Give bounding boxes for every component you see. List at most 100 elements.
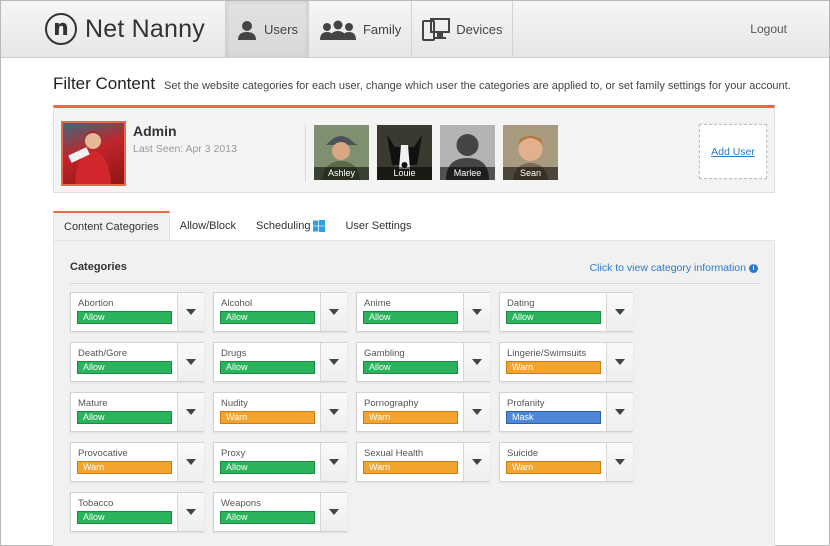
category-dropdown-button[interactable] bbox=[177, 343, 204, 381]
nav-devices-label: Devices bbox=[456, 22, 503, 37]
chevron-down-icon bbox=[615, 409, 625, 415]
category-card-provocative[interactable]: Provocative Warn bbox=[70, 442, 204, 482]
chevron-down-icon bbox=[186, 509, 196, 515]
chevron-down-icon bbox=[186, 309, 196, 315]
category-card-sexual-health[interactable]: Sexual Health Warn bbox=[356, 442, 490, 482]
categories-panel: Categories Click to view category inform… bbox=[53, 240, 775, 546]
section-divider bbox=[70, 283, 760, 284]
category-status: Allow bbox=[220, 361, 315, 374]
category-dropdown-button[interactable] bbox=[463, 293, 490, 331]
category-status: Allow bbox=[77, 361, 172, 374]
category-dropdown-button[interactable] bbox=[177, 493, 204, 531]
category-dropdown-button[interactable] bbox=[320, 343, 347, 381]
category-dropdown-button[interactable] bbox=[320, 293, 347, 331]
category-status: Allow bbox=[220, 311, 315, 324]
category-card-nudity[interactable]: Nudity Warn bbox=[213, 392, 347, 432]
tab-user-settings[interactable]: User Settings bbox=[335, 211, 421, 241]
category-status: Warn bbox=[77, 461, 172, 474]
tab-allow-block[interactable]: Allow/Block bbox=[170, 211, 246, 241]
info-icon: i bbox=[749, 263, 758, 273]
add-user-button[interactable]: Add User bbox=[699, 124, 767, 179]
chevron-down-icon bbox=[615, 459, 625, 465]
category-name: Anime bbox=[364, 298, 391, 309]
category-card-gambling[interactable]: Gambling Allow bbox=[356, 342, 490, 382]
family-member-ashley[interactable]: Ashley bbox=[314, 125, 369, 180]
category-status: Allow bbox=[77, 511, 172, 524]
tab-content-categories[interactable]: Content Categories bbox=[53, 211, 170, 241]
logout-link[interactable]: Logout bbox=[750, 22, 787, 36]
category-dropdown-button[interactable] bbox=[606, 443, 633, 481]
category-card-tobacco[interactable]: Tobacco Allow bbox=[70, 492, 204, 532]
category-name: Suicide bbox=[507, 448, 539, 459]
category-name: Sexual Health bbox=[364, 448, 424, 459]
logo[interactable]: n Net Nanny bbox=[45, 12, 205, 46]
category-status: Allow bbox=[506, 311, 601, 324]
logo-text: Net Nanny bbox=[85, 14, 205, 43]
category-card-abortion[interactable]: Abortion Allow bbox=[70, 292, 204, 332]
nav-users[interactable]: Users bbox=[225, 1, 308, 58]
admin-photo-icon bbox=[68, 131, 111, 184]
member-name-louie: Louie bbox=[377, 167, 432, 180]
category-card-death-gore[interactable]: Death/Gore Allow bbox=[70, 342, 204, 382]
nav-family[interactable]: Family bbox=[307, 1, 411, 58]
category-dropdown-button[interactable] bbox=[463, 343, 490, 381]
family-member-marlee[interactable]: Marlee bbox=[440, 125, 495, 180]
category-name: Weapons bbox=[221, 498, 261, 509]
category-status: Allow bbox=[363, 361, 458, 374]
main-nav: Users Family Devices bbox=[225, 1, 514, 58]
top-bar: n Net Nanny Users Family Devices Logout bbox=[1, 1, 829, 58]
family-member-sean[interactable]: Sean bbox=[503, 125, 558, 180]
tab-label: User Settings bbox=[345, 220, 412, 232]
category-info-link[interactable]: Click to view category information i bbox=[590, 262, 758, 274]
category-dropdown-button[interactable] bbox=[606, 343, 633, 381]
chevron-down-icon bbox=[329, 409, 339, 415]
category-card-weapons[interactable]: Weapons Allow bbox=[213, 492, 347, 532]
category-dropdown-button[interactable] bbox=[463, 393, 490, 431]
category-dropdown-button[interactable] bbox=[320, 393, 347, 431]
chevron-down-icon bbox=[615, 359, 625, 365]
category-dropdown-button[interactable] bbox=[463, 443, 490, 481]
nav-users-label: Users bbox=[264, 22, 298, 37]
category-card-proxy[interactable]: Proxy Allow bbox=[213, 442, 347, 482]
nav-devices[interactable]: Devices bbox=[411, 1, 514, 58]
category-status: Warn bbox=[506, 361, 601, 374]
category-dropdown-button[interactable] bbox=[177, 393, 204, 431]
category-dropdown-button[interactable] bbox=[177, 293, 204, 331]
tab-scheduling[interactable]: Scheduling bbox=[246, 211, 335, 241]
logo-mark-icon: n bbox=[45, 13, 77, 45]
category-dropdown-button[interactable] bbox=[177, 443, 204, 481]
category-status: Warn bbox=[363, 461, 458, 474]
category-dropdown-button[interactable] bbox=[320, 493, 347, 531]
category-card-dating[interactable]: Dating Allow bbox=[499, 292, 633, 332]
category-card-pornography[interactable]: Pornography Warn bbox=[356, 392, 490, 432]
category-card-anime[interactable]: Anime Allow bbox=[356, 292, 490, 332]
page-subtitle: Set the website categories for each user… bbox=[164, 80, 791, 92]
category-status: Mask bbox=[506, 411, 601, 424]
user-panel: Admin Last Seen: Apr 3 2013 Ashley Louie… bbox=[53, 105, 775, 193]
category-card-suicide[interactable]: Suicide Warn bbox=[499, 442, 633, 482]
category-status: Warn bbox=[220, 411, 315, 424]
category-card-lingerie-swimsuits[interactable]: Lingerie/Swimsuits Warn bbox=[499, 342, 633, 382]
member-name-ashley: Ashley bbox=[314, 167, 369, 180]
category-card-profanity[interactable]: Profanity Mask bbox=[499, 392, 633, 432]
nav-family-label: Family bbox=[362, 22, 402, 37]
family-member-louie[interactable]: Louie bbox=[377, 125, 432, 180]
category-name: Profanity bbox=[507, 398, 545, 409]
category-dropdown-button[interactable] bbox=[320, 443, 347, 481]
tab-label: Content Categories bbox=[64, 221, 159, 233]
chevron-down-icon bbox=[186, 409, 196, 415]
admin-last-seen: Last Seen: Apr 3 2013 bbox=[133, 143, 237, 155]
category-card-mature[interactable]: Mature Allow bbox=[70, 392, 204, 432]
windows-icon bbox=[313, 220, 326, 232]
chevron-down-icon bbox=[472, 459, 482, 465]
admin-avatar[interactable] bbox=[61, 121, 126, 186]
page-title: Filter Content bbox=[53, 74, 156, 93]
chevron-down-icon bbox=[472, 309, 482, 315]
category-card-drugs[interactable]: Drugs Allow bbox=[213, 342, 347, 382]
category-dropdown-button[interactable] bbox=[606, 293, 633, 331]
chevron-down-icon bbox=[329, 509, 339, 515]
categories-heading: Categories bbox=[70, 261, 127, 273]
category-dropdown-button[interactable] bbox=[606, 393, 633, 431]
chevron-down-icon bbox=[186, 459, 196, 465]
category-card-alcohol[interactable]: Alcohol Allow bbox=[213, 292, 347, 332]
